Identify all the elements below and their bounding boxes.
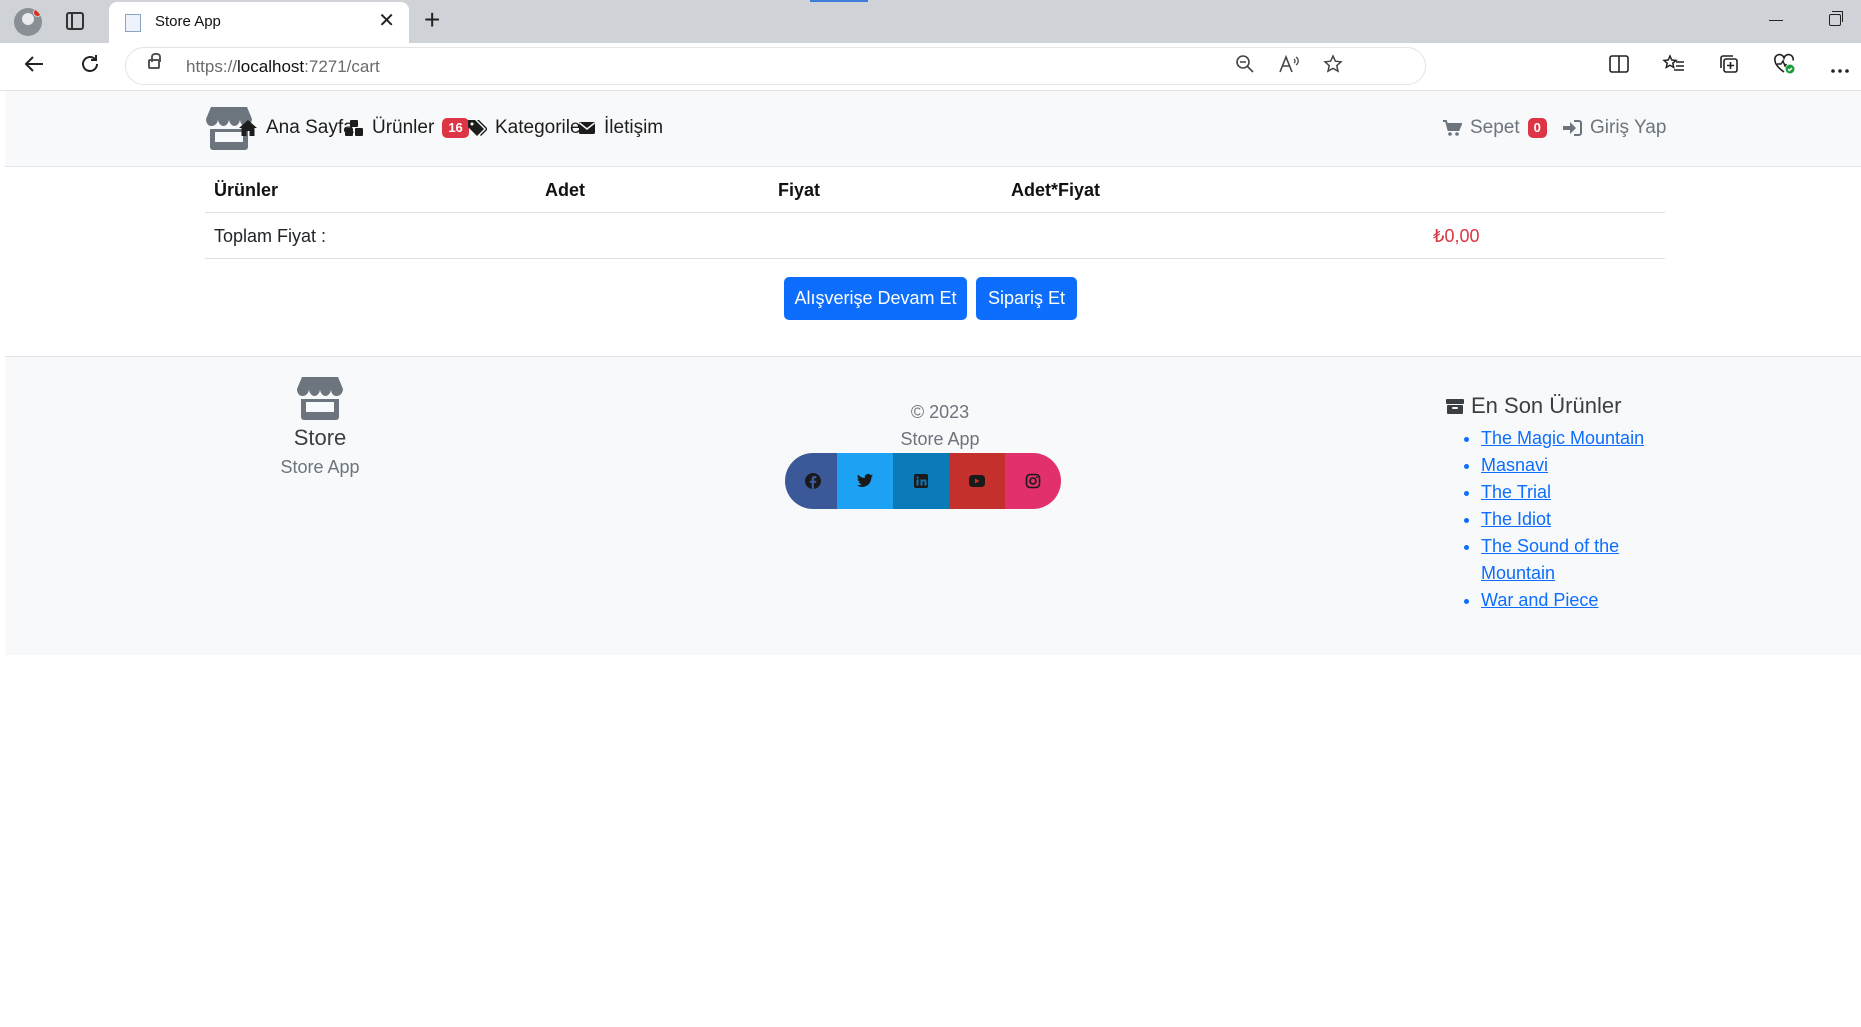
products-count-badge: 16 bbox=[442, 118, 469, 138]
list-item: War and Piece bbox=[1481, 587, 1695, 614]
loading-indicator bbox=[810, 0, 868, 2]
list-item: The Sound of the Mountain bbox=[1481, 533, 1695, 587]
site-footer: Store Store App © 2023 Store App En Son … bbox=[5, 356, 1861, 655]
nav-products[interactable]: Ürünler 16 bbox=[344, 117, 469, 139]
favorite-star-icon[interactable] bbox=[1320, 54, 1346, 80]
product-link[interactable]: The Magic Mountain bbox=[1481, 428, 1644, 448]
address-bar[interactable]: https://localhost:7271/cart bbox=[125, 47, 1426, 85]
nav-contact-label: İletişim bbox=[604, 117, 664, 138]
cubes-icon bbox=[345, 120, 363, 136]
nav-cart-label: Sepet bbox=[1470, 117, 1520, 138]
home-icon bbox=[239, 120, 257, 136]
list-item: The Trial bbox=[1481, 479, 1695, 506]
total-price-label: Toplam Fiyat : bbox=[214, 226, 327, 246]
footer-brand-subtitle: Store App bbox=[280, 457, 360, 477]
cart-count-badge: 0 bbox=[1527, 118, 1547, 138]
nav-home[interactable]: Ana Sayfa bbox=[238, 117, 354, 139]
latest-products-list: The Magic Mountain Masnavi The Trial The… bbox=[1445, 425, 1695, 614]
facebook-icon[interactable] bbox=[785, 453, 841, 509]
nav-categories-label: Kategoriler bbox=[495, 117, 587, 138]
url-text: https://localhost:7271/cart bbox=[186, 57, 380, 76]
product-link[interactable]: War and Piece bbox=[1481, 590, 1598, 610]
list-item: Masnavi bbox=[1481, 452, 1695, 479]
product-link[interactable]: The Sound of the Mountain bbox=[1481, 536, 1619, 583]
header-products: Ürünler bbox=[214, 180, 279, 200]
place-order-button[interactable]: Sipariş Et bbox=[976, 277, 1077, 320]
close-tab-icon[interactable]: ✕ bbox=[378, 11, 395, 31]
tab-title: Store App bbox=[155, 13, 221, 30]
envelope-icon bbox=[579, 122, 595, 134]
product-link[interactable]: Masnavi bbox=[1481, 455, 1548, 475]
tab-actions-icon[interactable] bbox=[66, 12, 84, 30]
list-item: The Magic Mountain bbox=[1481, 425, 1695, 452]
browser-tab[interactable]: Store App ✕ bbox=[109, 2, 409, 43]
store-logo-icon bbox=[297, 377, 343, 420]
list-item: The Idiot bbox=[1481, 506, 1695, 533]
latest-products-title: En Son Ürünler bbox=[1471, 393, 1622, 418]
zoom-out-icon[interactable] bbox=[1232, 54, 1258, 80]
footer-copyright-block: © 2023 Store App bbox=[790, 399, 1090, 453]
product-link[interactable]: The Trial bbox=[1481, 482, 1551, 502]
profile-avatar[interactable] bbox=[14, 8, 42, 36]
nav-products-label: Ürünler bbox=[372, 117, 435, 138]
site-navbar: Ana Sayfa Ürünler 16 Kategoriler İletişi… bbox=[5, 91, 1861, 167]
back-icon[interactable] bbox=[20, 53, 48, 81]
nav-categories[interactable]: Kategoriler bbox=[467, 117, 587, 139]
footer-brand-name: Store bbox=[293, 425, 347, 450]
tags-icon bbox=[468, 120, 487, 136]
header-price: Fiyat bbox=[778, 180, 821, 200]
instagram-icon[interactable] bbox=[1005, 453, 1061, 509]
latest-products: En Son Ürünler The Magic Mountain Masnav… bbox=[1445, 393, 1695, 614]
browser-tab-bar: Store App ✕ + bbox=[0, 0, 1861, 43]
social-links bbox=[785, 453, 1085, 509]
sign-in-icon bbox=[1563, 120, 1582, 136]
refresh-icon[interactable] bbox=[76, 53, 104, 81]
copyright-text: © 2023 bbox=[910, 402, 970, 422]
footer-brand: Store Store App bbox=[255, 375, 385, 478]
more-options-icon[interactable] bbox=[1826, 53, 1854, 81]
lock-icon[interactable] bbox=[148, 53, 161, 69]
cart-table-header: Ürünler Adet Fiyat Adet*Fiyat bbox=[205, 167, 1665, 213]
browser-toolbar: https://localhost:7271/cart bbox=[0, 43, 1861, 91]
product-link[interactable]: The Idiot bbox=[1481, 509, 1551, 529]
shopping-cart-icon bbox=[1443, 120, 1462, 136]
total-price-value: ₺0,00 bbox=[1433, 226, 1480, 246]
browser-essentials-icon[interactable] bbox=[1770, 53, 1798, 81]
nav-cart[interactable]: Sepet 0 bbox=[1442, 117, 1547, 139]
youtube-icon[interactable] bbox=[949, 453, 1005, 509]
header-quantity: Adet bbox=[545, 180, 585, 200]
nav-home-label: Ana Sayfa bbox=[266, 117, 354, 138]
header-subtotal: Adet*Fiyat bbox=[1011, 180, 1101, 200]
page-favicon-icon bbox=[125, 14, 141, 32]
box-icon bbox=[1446, 399, 1464, 414]
linkedin-icon[interactable] bbox=[893, 453, 949, 509]
footer-app-name: Store App bbox=[900, 429, 980, 449]
page-content: Ana Sayfa Ürünler 16 Kategoriler İletişi… bbox=[5, 91, 1861, 1025]
split-screen-icon[interactable] bbox=[1605, 53, 1633, 81]
nav-login-label: Giriş Yap bbox=[1590, 117, 1667, 138]
cart-total-row: Toplam Fiyat : ₺0,00 bbox=[205, 213, 1665, 259]
favorites-icon[interactable] bbox=[1660, 53, 1688, 81]
collections-icon[interactable] bbox=[1715, 53, 1743, 81]
twitter-icon[interactable] bbox=[837, 453, 893, 509]
latest-products-heading: En Son Ürünler bbox=[1445, 393, 1695, 419]
continue-shopping-button[interactable]: Alışverişe Devam Et bbox=[784, 277, 967, 320]
new-tab-button[interactable]: + bbox=[424, 6, 440, 34]
restore-window-icon[interactable] bbox=[1829, 11, 1843, 26]
minimize-window-icon[interactable] bbox=[1769, 20, 1783, 21]
read-aloud-icon[interactable] bbox=[1276, 54, 1302, 80]
notification-dot bbox=[33, 8, 42, 17]
nav-contact[interactable]: İletişim bbox=[578, 117, 663, 139]
nav-login[interactable]: Giriş Yap bbox=[1562, 117, 1666, 139]
